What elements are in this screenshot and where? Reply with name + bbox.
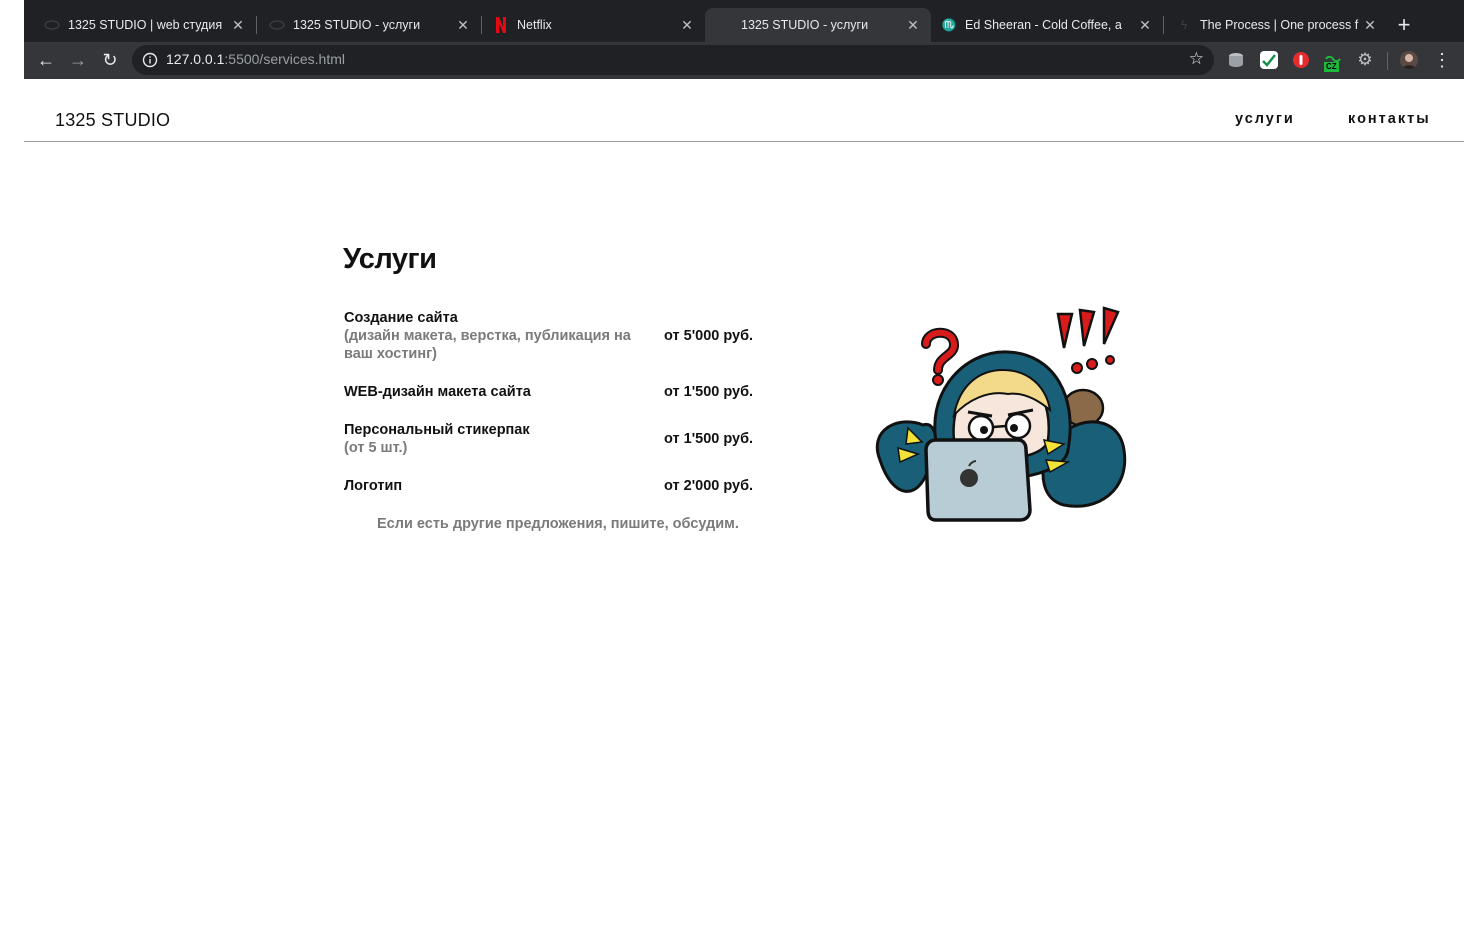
toolbar-divider [1387, 52, 1388, 70]
service-price: от 2'000 руб. [664, 478, 754, 494]
close-icon[interactable]: ✕ [1360, 17, 1380, 34]
service-price: от 1'500 руб. [664, 384, 754, 400]
back-arrow-icon[interactable]: ← [34, 48, 58, 72]
nav-link-contacts[interactable]: контакты [1348, 111, 1431, 127]
url-text: 127.0.0.1:5500/services.html [166, 51, 345, 67]
service-price: от 5'000 руб. [664, 328, 754, 344]
music-icon: ♏ [941, 18, 957, 32]
eye-icon [269, 17, 285, 33]
tab-netflix[interactable]: Netflix ✕ [473, 8, 705, 42]
avatar[interactable] [1400, 51, 1418, 69]
tab-title: Netflix [517, 18, 552, 32]
checkmark-extension-icon[interactable] [1260, 51, 1278, 69]
confused-character-illustration [875, 306, 1127, 522]
tab-1325-studio-services[interactable]: 1325 STUDIO - услуги ✕ [249, 8, 482, 42]
tab-title: The Process | One process f [1200, 18, 1359, 32]
service-description: (дизайн макета, верстка, публикация на в… [344, 328, 631, 362]
link-extension-icon[interactable]: CZ [1324, 51, 1342, 72]
new-tab-button[interactable]: + [1390, 12, 1418, 40]
browser-toolbar: ← → ↻ 127.0.0.1:5500/services.html ☆ CZ … [24, 42, 1464, 79]
close-icon[interactable]: ✕ [1135, 17, 1155, 34]
tab-the-process[interactable]: ϟ The Process | One process f ✕ [1156, 8, 1388, 42]
menu-dots-icon[interactable]: ⋮ [1430, 48, 1454, 72]
close-icon[interactable]: ✕ [677, 17, 697, 34]
tab-title: 1325 STUDIO - услуги [741, 18, 869, 32]
tab-title: 1325 STUDIO - услуги [293, 18, 421, 32]
bookmark-star-icon[interactable]: ☆ [1189, 49, 1204, 69]
tab-strip: 1325 STUDIO | web студия ✕ 1325 STUDIO -… [24, 0, 1464, 42]
address-bar[interactable]: 127.0.0.1:5500/services.html ☆ [132, 45, 1214, 75]
reload-icon[interactable]: ↻ [98, 48, 122, 72]
site-header: 1325 STUDIO услуги контакты [24, 79, 1464, 142]
offer-note: Если есть другие предложения, пишите, об… [377, 516, 739, 532]
tab-ed-sheeran[interactable]: ♏ Ed Sheeran - Cold Coffee, a ✕ [931, 8, 1164, 42]
url-host: 127.0.0.1 [166, 51, 225, 67]
browser-window-chrome: 1325 STUDIO | web студия ✕ 1325 STUDIO -… [24, 0, 1464, 79]
forward-arrow-icon[interactable]: → [66, 48, 90, 72]
service-name: Логотип [344, 478, 403, 494]
close-icon[interactable]: ✕ [903, 17, 923, 34]
page-title: Услуги [343, 243, 437, 275]
info-icon[interactable] [142, 52, 158, 68]
database-extension-icon[interactable] [1227, 51, 1245, 69]
site-logo[interactable]: 1325 STUDIO [55, 110, 170, 131]
service-price: от 1'500 руб. [664, 431, 754, 447]
url-path: :5500/services.html [224, 51, 345, 67]
tab-title: Ed Sheeran - Cold Coffee, a [965, 18, 1122, 32]
extension-badge: CZ [1324, 62, 1339, 72]
close-icon[interactable]: ✕ [453, 17, 473, 34]
tab-active-services[interactable]: 1325 STUDIO - услуги ✕ [705, 8, 931, 42]
tab-1325-studio-web[interactable]: 1325 STUDIO | web студия ✕ [24, 8, 257, 42]
close-icon[interactable]: ✕ [228, 17, 248, 34]
nav-link-services[interactable]: услуги [1235, 111, 1295, 127]
service-description: (от 5 шт.) [344, 440, 408, 456]
service-name: Персональный стикерпак [344, 422, 530, 438]
bolt-icon: ϟ [1180, 18, 1188, 32]
service-name: WEB-дизайн макета сайта [344, 384, 531, 400]
service-name: Создание сайта [344, 310, 458, 326]
netflix-icon [493, 17, 509, 33]
gear-icon[interactable]: ⚙ [1356, 51, 1374, 69]
adblock-extension-icon[interactable] [1292, 51, 1310, 69]
eye-icon [44, 17, 60, 33]
tab-title: 1325 STUDIO | web студия [68, 18, 223, 32]
